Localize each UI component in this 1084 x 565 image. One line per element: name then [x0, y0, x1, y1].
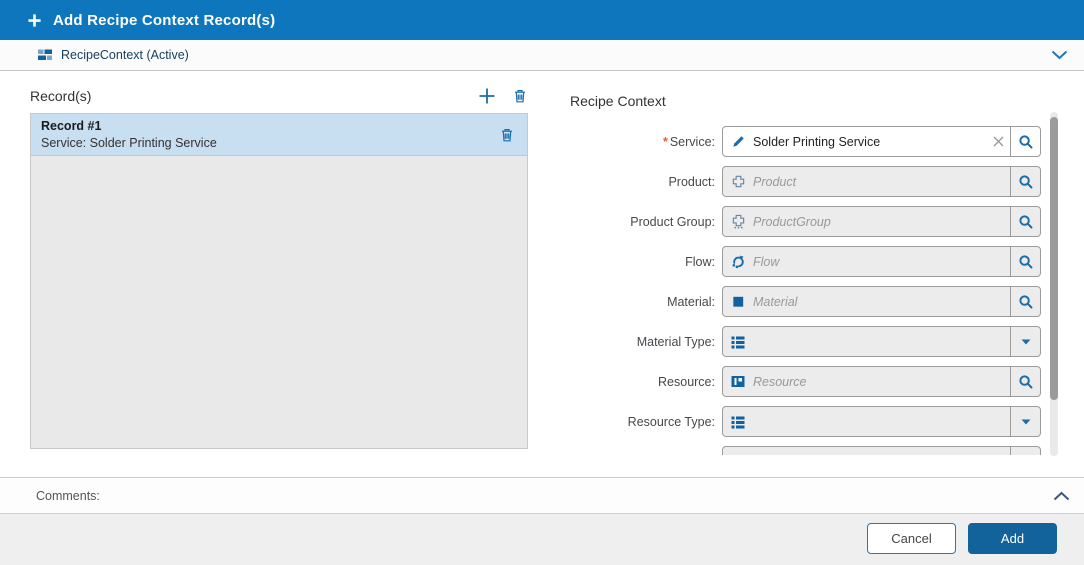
dialog-body: Record(s) Record #1 Service: Solder Prin…	[0, 71, 1084, 477]
field-row-resource: Resource:	[570, 366, 1048, 397]
add-button[interactable]: Add	[968, 523, 1057, 554]
record-item-name: Record #1	[41, 118, 217, 135]
resource-icon	[723, 374, 753, 389]
field-row-material: Material:	[570, 286, 1048, 317]
material-search-button[interactable]	[1010, 287, 1040, 316]
resource-search-button[interactable]	[1010, 367, 1040, 396]
product-icon	[723, 174, 753, 189]
chevron-up-icon[interactable]	[1053, 491, 1070, 501]
record-list: Record #1 Service: Solder Printing Servi…	[30, 113, 528, 449]
list-icon	[723, 454, 753, 456]
list-icon	[723, 414, 753, 430]
field-row-material-type: Material Type:	[570, 326, 1048, 357]
flow-input-group	[722, 246, 1041, 277]
flow-search-button[interactable]	[1010, 247, 1040, 276]
dialog-title: Add Recipe Context Record(s)	[53, 12, 275, 29]
material-input[interactable]	[753, 287, 1010, 316]
product-input-group	[722, 166, 1041, 197]
partial-input-group[interactable]	[722, 446, 1041, 455]
recipe-context-form: *Service: Product:	[570, 126, 1048, 455]
product-group-input-group	[722, 206, 1041, 237]
flow-icon	[723, 254, 753, 269]
entity-label: RecipeContext (Active)	[61, 48, 189, 62]
material-type-input[interactable]	[753, 327, 1010, 356]
service-input[interactable]	[753, 127, 986, 156]
form-title: Recipe Context	[570, 93, 666, 109]
material-icon	[723, 294, 753, 309]
partial-input[interactable]	[753, 447, 1010, 455]
resource-type-label: Resource Type:	[570, 415, 722, 429]
clear-icon[interactable]	[986, 136, 1010, 147]
resource-input[interactable]	[753, 367, 1010, 396]
product-group-icon	[723, 214, 753, 229]
product-group-input[interactable]	[753, 207, 1010, 236]
flow-label: Flow:	[570, 255, 722, 269]
records-panel-title: Record(s)	[30, 88, 91, 104]
entity-subheader: RecipeContext (Active)	[0, 40, 1084, 71]
resource-label: Resource:	[570, 375, 722, 389]
product-input[interactable]	[753, 167, 1010, 196]
form-scrollbar-thumb[interactable]	[1050, 117, 1058, 400]
material-type-select[interactable]	[722, 326, 1041, 357]
field-row-service: *Service:	[570, 126, 1048, 157]
product-label: Product:	[570, 175, 722, 189]
chevron-down-icon[interactable]	[1051, 50, 1068, 60]
resource-type-input[interactable]	[753, 407, 1010, 436]
record-item-text: Record #1 Service: Solder Printing Servi…	[41, 118, 217, 152]
field-row-product-group: Product Group:	[570, 206, 1048, 237]
material-type-label: Material Type:	[570, 335, 722, 349]
partial-dropdown-button[interactable]	[1010, 447, 1040, 455]
material-type-dropdown-button[interactable]	[1010, 327, 1040, 356]
product-group-label: Product Group:	[570, 215, 722, 229]
field-row-product: Product:	[570, 166, 1048, 197]
record-item-subtitle: Service: Solder Printing Service	[41, 135, 217, 152]
pencil-icon	[723, 134, 753, 149]
material-label: Material:	[570, 295, 722, 309]
trash-icon[interactable]	[499, 127, 515, 143]
comments-section: Comments:	[0, 477, 1084, 514]
dialog-titlebar: Add Recipe Context Record(s)	[0, 0, 1084, 40]
service-search-button[interactable]	[1010, 127, 1040, 156]
entity-icon	[37, 48, 53, 62]
resource-input-group	[722, 366, 1041, 397]
plus-icon	[27, 13, 42, 28]
resource-type-select[interactable]	[722, 406, 1041, 437]
field-row-flow: Flow:	[570, 246, 1048, 277]
resource-type-dropdown-button[interactable]	[1010, 407, 1040, 436]
records-panel-header: Record(s)	[30, 84, 528, 108]
add-record-plus-icon[interactable]	[478, 87, 496, 105]
list-icon	[723, 334, 753, 350]
field-row-resource-type: Resource Type:	[570, 406, 1048, 437]
service-label: *Service:	[570, 135, 722, 149]
form-scrollbar-track[interactable]	[1050, 112, 1058, 456]
product-search-button[interactable]	[1010, 167, 1040, 196]
dialog-footer: Cancel Add	[0, 514, 1084, 565]
delete-all-trash-icon[interactable]	[512, 88, 528, 104]
product-group-search-button[interactable]	[1010, 207, 1040, 236]
required-marker: *	[663, 135, 668, 149]
flow-input[interactable]	[753, 247, 1010, 276]
comments-label: Comments:	[36, 489, 100, 503]
record-list-item-selected[interactable]: Record #1 Service: Solder Printing Servi…	[31, 114, 527, 156]
cancel-button[interactable]: Cancel	[867, 523, 956, 554]
field-row-partial	[570, 446, 1048, 455]
material-input-group	[722, 286, 1041, 317]
service-input-group	[722, 126, 1041, 157]
